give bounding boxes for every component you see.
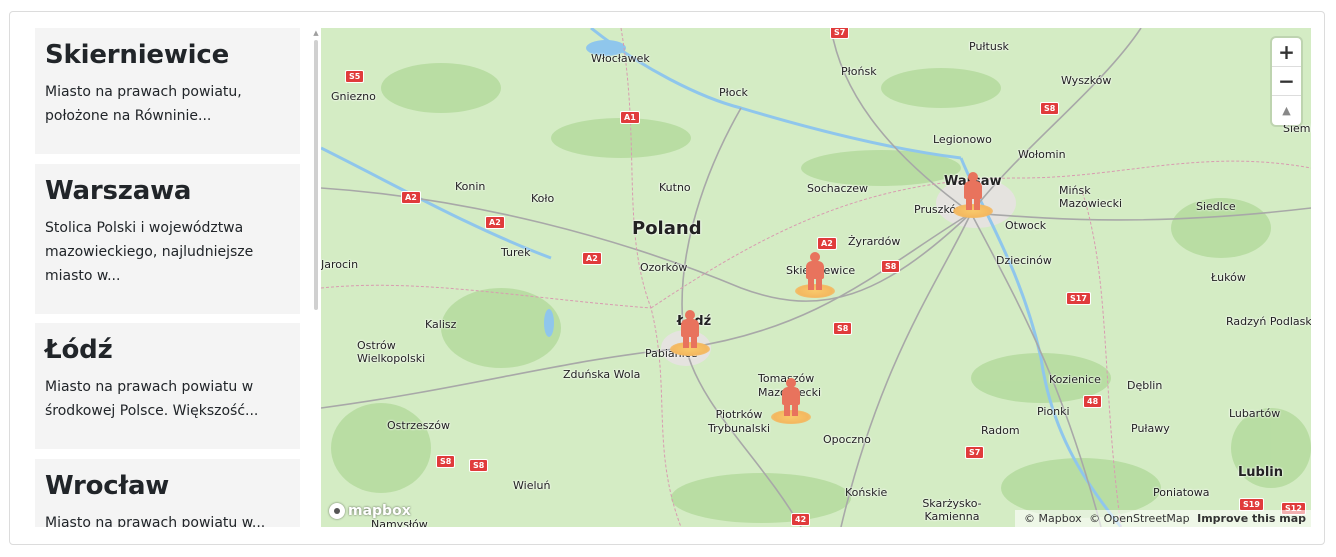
map-label: Koło [531,192,555,205]
road-shield: A2 [485,216,505,229]
map-label: Piotrków Trybunalski [707,408,770,435]
map-label: Kozienice [1049,373,1101,386]
map-label: Skarżysko-Kamienna [922,497,982,523]
marker-halo [771,410,811,424]
map-attribution: © Mapbox © OpenStreetMap Improve this ma… [1015,510,1311,527]
city-card-description: Miasto na prawach powiatu w środkowej Po… [45,379,259,419]
country-label: Poland [632,218,702,239]
map-label: Jarocin [321,258,359,271]
map-label: Włocławek [591,52,650,65]
city-list-scrollbar[interactable]: ▲ [312,28,320,527]
map-label: Poniatowa [1153,486,1210,499]
road-shield: A2 [582,252,602,265]
city-card-title: Warszawa [45,176,192,206]
map-label: Gniezno [331,90,376,103]
map-label: Radzyń Podlaski [1226,315,1311,328]
mapbox-logo-icon [329,503,345,519]
road-shield: S8 [881,260,901,273]
map-label: Wieluń [513,479,551,492]
map-label: Dziecinów [996,254,1052,267]
road-shield: 42 [791,513,811,526]
compass-icon[interactable]: ▲ [1272,96,1301,125]
city-card-description: Stolica Polski i województwa mazowieckie… [45,220,254,284]
city-list: Skierniewice Miasto na prawach powiatu, … [35,28,301,527]
map-navigation-control: + − ▲ [1272,38,1301,125]
map-label: Turek [501,246,531,259]
mapbox-logo[interactable]: mapbox [329,503,411,519]
road-shield: A2 [817,237,837,250]
marker-halo [795,284,835,298]
scroll-up-arrow-icon[interactable]: ▲ [312,28,320,38]
road-shield: S8 [436,455,456,468]
city-card-description: Miasto na prawach powiatu w... [45,515,266,527]
map-label: Kutno [659,181,691,194]
marker-lodz[interactable] [670,310,710,356]
osm-attribution-link[interactable]: © OpenStreetMap [1089,512,1190,525]
map-label: Pionki [1037,405,1070,418]
map-label: Lubartów [1229,407,1281,420]
map-label: Radom [981,424,1020,437]
map-label: Konin [455,180,486,193]
city-card-title: Łódź [45,335,113,365]
city-card-wroclaw[interactable]: Wrocław Miasto na prawach powiatu w... [35,459,300,527]
road-shield: A1 [620,111,640,124]
map-label: Mińsk Mazowiecki [1059,184,1123,210]
zoom-in-button[interactable]: + [1272,38,1301,67]
road-shield: S8 [833,322,853,335]
mapbox-logo-text: mapbox [348,503,411,519]
map-canvas[interactable]: S5 S7 A1 S8 A2 A2 A2 A2 S8 S8 S17 48 S7 … [321,28,1311,527]
road-shield: S8 [469,459,489,472]
scroll-thumb[interactable] [314,40,318,310]
city-card-skierniewice[interactable]: Skierniewice Miasto na prawach powiatu, … [35,28,300,154]
map-label: Pułtusk [969,40,1009,53]
map-label: Zduńska Wola [563,368,641,381]
map-label: Żyrardów [848,235,901,248]
road-shield: S17 [1066,292,1091,305]
marker-skierniewice[interactable] [795,252,835,298]
map-label: Wołomin [1018,148,1066,161]
map-label: Puławy [1131,422,1170,435]
map-label: Opoczno [823,433,871,446]
map-label: Ostrów Wielkopolski [357,339,426,365]
map-label: Lublin [1238,465,1284,480]
zoom-out-button[interactable]: − [1272,67,1301,96]
map-label: Ozorków [640,261,688,274]
city-card-title: Skierniewice [45,40,230,70]
marker-halo [953,204,993,218]
map-label: Wyszków [1061,74,1112,87]
city-card-lodz[interactable]: Łódź Miasto na prawach powiatu w środkow… [35,323,300,449]
improve-map-link[interactable]: Improve this map [1197,512,1306,525]
map-label: Namysłów [371,518,428,527]
map-label: Końskie [845,486,888,499]
map-label: Łuków [1211,271,1246,284]
road-shield: S8 [1040,102,1060,115]
map-label: Sochaczew [807,182,869,195]
marker-warszawa[interactable] [953,172,993,218]
map-label: Siedlce [1196,200,1236,213]
map-label: Legionowo [933,133,992,146]
road-shield: A2 [401,191,421,204]
map-label: Otwock [1005,219,1047,232]
road-shield: 48 [1083,395,1103,408]
map-label: Płock [719,86,748,99]
map-label: Ostrzeszów [387,419,450,432]
road-shield: S5 [345,70,365,83]
map-label: Płońsk [841,65,877,78]
city-card-warszawa[interactable]: Warszawa Stolica Polski i województwa ma… [35,164,300,314]
mapbox-attribution-link[interactable]: © Mapbox [1024,512,1082,525]
marker-halo [670,342,710,356]
city-card-description: Miasto na prawach powiatu, położone na R… [45,84,242,124]
road-shield: S7 [830,28,850,39]
map-label: Dęblin [1127,379,1163,392]
marker-tomaszow[interactable] [771,378,811,424]
map-label: Kalisz [425,318,457,331]
city-card-title: Wrocław [45,471,170,501]
road-shield: S7 [965,446,985,459]
